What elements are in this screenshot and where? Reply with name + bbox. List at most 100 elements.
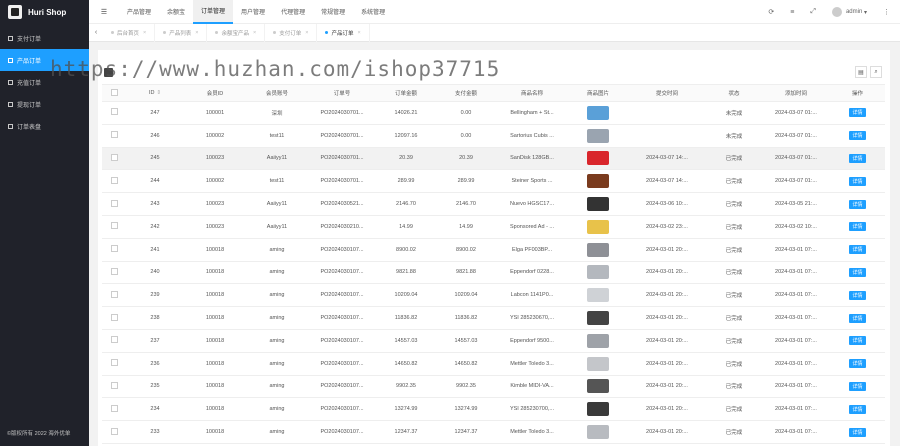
table-row[interactable]: 241 100018 aming PO2024030107... 8900.02 8900… [102,238,885,262]
detail-button[interactable]: 详情 [849,131,866,141]
detail-button[interactable]: 详情 [849,267,866,277]
row-checkbox[interactable] [110,290,118,298]
detail-button[interactable]: 详情 [849,381,866,391]
product-thumbnail[interactable] [587,402,609,417]
sort-icon[interactable]: ⇕ [156,90,161,96]
table-row[interactable]: 244 100002 test11 PO2024030701... 289.99 289.… [102,169,885,194]
table-row[interactable]: 234 100018 aming PO2024030107... 13274.99 132… [102,397,885,422]
topnav-yuebao[interactable]: 余额宝 [159,0,193,24]
close-icon[interactable]: × [143,30,146,36]
cell-submit-time: 2024-03-07 14:... [628,169,706,194]
row-checkbox[interactable] [110,108,118,116]
product-thumbnail[interactable] [587,128,609,143]
row-checkbox[interactable] [110,427,118,435]
sidebar-item-order-dashboard[interactable]: 订单表盘 [0,115,89,137]
close-icon[interactable]: × [305,30,308,36]
topnav-user-management[interactable]: 用户管理 [233,0,273,24]
brand[interactable]: Huri Shop [0,0,89,24]
detail-button[interactable]: 详情 [849,313,866,323]
table-row[interactable]: 246 100002 test11 PO2024030701... 12097.16 0.… [102,124,885,148]
product-thumbnail[interactable] [587,265,609,280]
table-row[interactable]: 236 100018 aming PO2024030107... 14650.82 146… [102,352,885,376]
tab-home[interactable]: 后台首页 × [103,23,156,42]
product-thumbnail[interactable] [587,311,609,326]
clear-cache-icon[interactable]: ≡ [790,9,794,16]
topnav-order-management[interactable]: 订单管理 [193,0,234,24]
table-row[interactable]: 238 100018 aming PO2024030107... 11836.82 118… [102,306,885,330]
row-checkbox[interactable] [110,404,118,412]
topnav-general-management[interactable]: 常规管理 [313,0,353,24]
table-row[interactable]: 247 100001 深圳 PO2024030701... 14026.21 0.00 Be… [102,101,885,125]
tab-product-orders[interactable]: 产品订单 × [317,23,370,42]
close-icon[interactable]: × [195,30,198,36]
more-icon[interactable]: ⋮ [883,8,890,16]
table-row[interactable]: 240 100018 aming PO2024030107... 9821.88 9821… [102,261,885,285]
cell-member-account: aming [246,329,308,353]
close-icon[interactable]: × [357,30,360,36]
row-checkbox[interactable] [110,153,118,161]
tab-payment-orders[interactable]: 支付订单 × [265,23,318,42]
table-row[interactable]: 233 100018 aming PO2024030107... 12347.37 123… [102,420,885,444]
detail-button[interactable]: 详情 [849,359,866,369]
row-checkbox[interactable] [110,336,118,344]
menu-toggle-icon[interactable]: ☰ [89,8,119,16]
user-menu[interactable]: admin ▾ [831,7,867,17]
topnav-system-management[interactable]: 系统管理 [353,0,393,24]
product-thumbnail[interactable] [587,242,609,257]
tab-yuebao-products[interactable]: 余额宝产品 × [207,23,266,42]
product-thumbnail[interactable] [587,151,609,166]
detail-button[interactable]: 详情 [849,404,866,414]
detail-button[interactable]: 详情 [849,290,866,300]
detail-button[interactable]: 详情 [849,245,866,255]
topnav-product-management[interactable]: 产品管理 [119,0,159,24]
table-row[interactable]: 237 100018 aming PO2024030107... 14557.03 145… [102,329,885,353]
product-thumbnail[interactable] [587,174,609,189]
row-checkbox[interactable] [110,199,118,207]
columns-filter-icon[interactable]: ▤ [855,66,867,78]
sidebar-item-product-orders[interactable]: 产品订单 [0,49,89,71]
row-checkbox[interactable] [110,176,118,184]
row-checkbox[interactable] [110,381,118,389]
product-thumbnail[interactable] [587,288,609,303]
product-thumbnail[interactable] [587,333,609,348]
table-row[interactable]: 239 100018 aming PO2024030107... 10209.04 102… [102,283,885,308]
product-thumbnail[interactable] [587,105,609,120]
sidebar-item-payment-orders[interactable]: 支付订单 [0,27,89,49]
product-thumbnail[interactable] [587,356,609,371]
row-checkbox[interactable] [110,222,118,230]
sidebar-item-recharge-orders[interactable]: 充值订单 [0,71,89,93]
cell-order-no: PO2024030701... [308,147,376,171]
detail-button[interactable]: 详情 [849,427,866,437]
row-checkbox[interactable] [110,131,118,139]
product-thumbnail[interactable] [587,425,609,440]
detail-button[interactable]: 详情 [849,336,866,346]
row-checkbox[interactable] [110,359,118,367]
toolbar-icon[interactable] [104,68,113,77]
close-icon[interactable]: × [253,30,256,36]
product-thumbnail[interactable] [587,379,609,394]
tab-product-list[interactable]: 产品列表 × [155,23,208,42]
col-header-id[interactable]: ID ⇕ [126,84,184,102]
tabs-left-arrow-icon[interactable]: ‹ [89,29,103,36]
detail-button[interactable]: 详情 [849,108,866,118]
table-row[interactable]: 243 100023 Aaiiyy11 PO2024030521... 2146.70 2… [102,192,885,216]
table-row[interactable]: 242 100023 Aaiiyy11 PO2024030210... 14.99 14.… [102,215,885,239]
row-checkbox[interactable] [110,267,118,275]
select-all-checkbox[interactable] [110,88,118,96]
table-row[interactable]: 235 100018 aming PO2024030107... 9902.35 9902… [102,375,885,399]
product-thumbnail[interactable] [587,197,609,212]
row-checkbox[interactable] [110,245,118,253]
topnav-agent-management[interactable]: 代理管理 [273,0,313,24]
detail-button[interactable]: 详情 [849,222,866,232]
detail-button[interactable]: 详情 [849,199,866,209]
refresh-icon[interactable]: ⟳ [768,8,774,16]
detail-button[interactable]: 详情 [849,153,866,163]
search-icon[interactable]: ⌕ [870,66,882,78]
detail-button[interactable]: 详情 [849,176,866,186]
row-checkbox[interactable] [110,313,118,321]
cell-product-name: Sartorius Cubis ... [496,124,568,148]
table-row[interactable]: 245 100023 Aaiiyy11 PO2024030701... 20.39 20.… [102,147,885,171]
fullscreen-icon[interactable]: ⤢ [810,8,816,16]
product-thumbnail[interactable] [587,219,609,234]
sidebar-item-withdraw-orders[interactable]: 提现订单 [0,93,89,115]
